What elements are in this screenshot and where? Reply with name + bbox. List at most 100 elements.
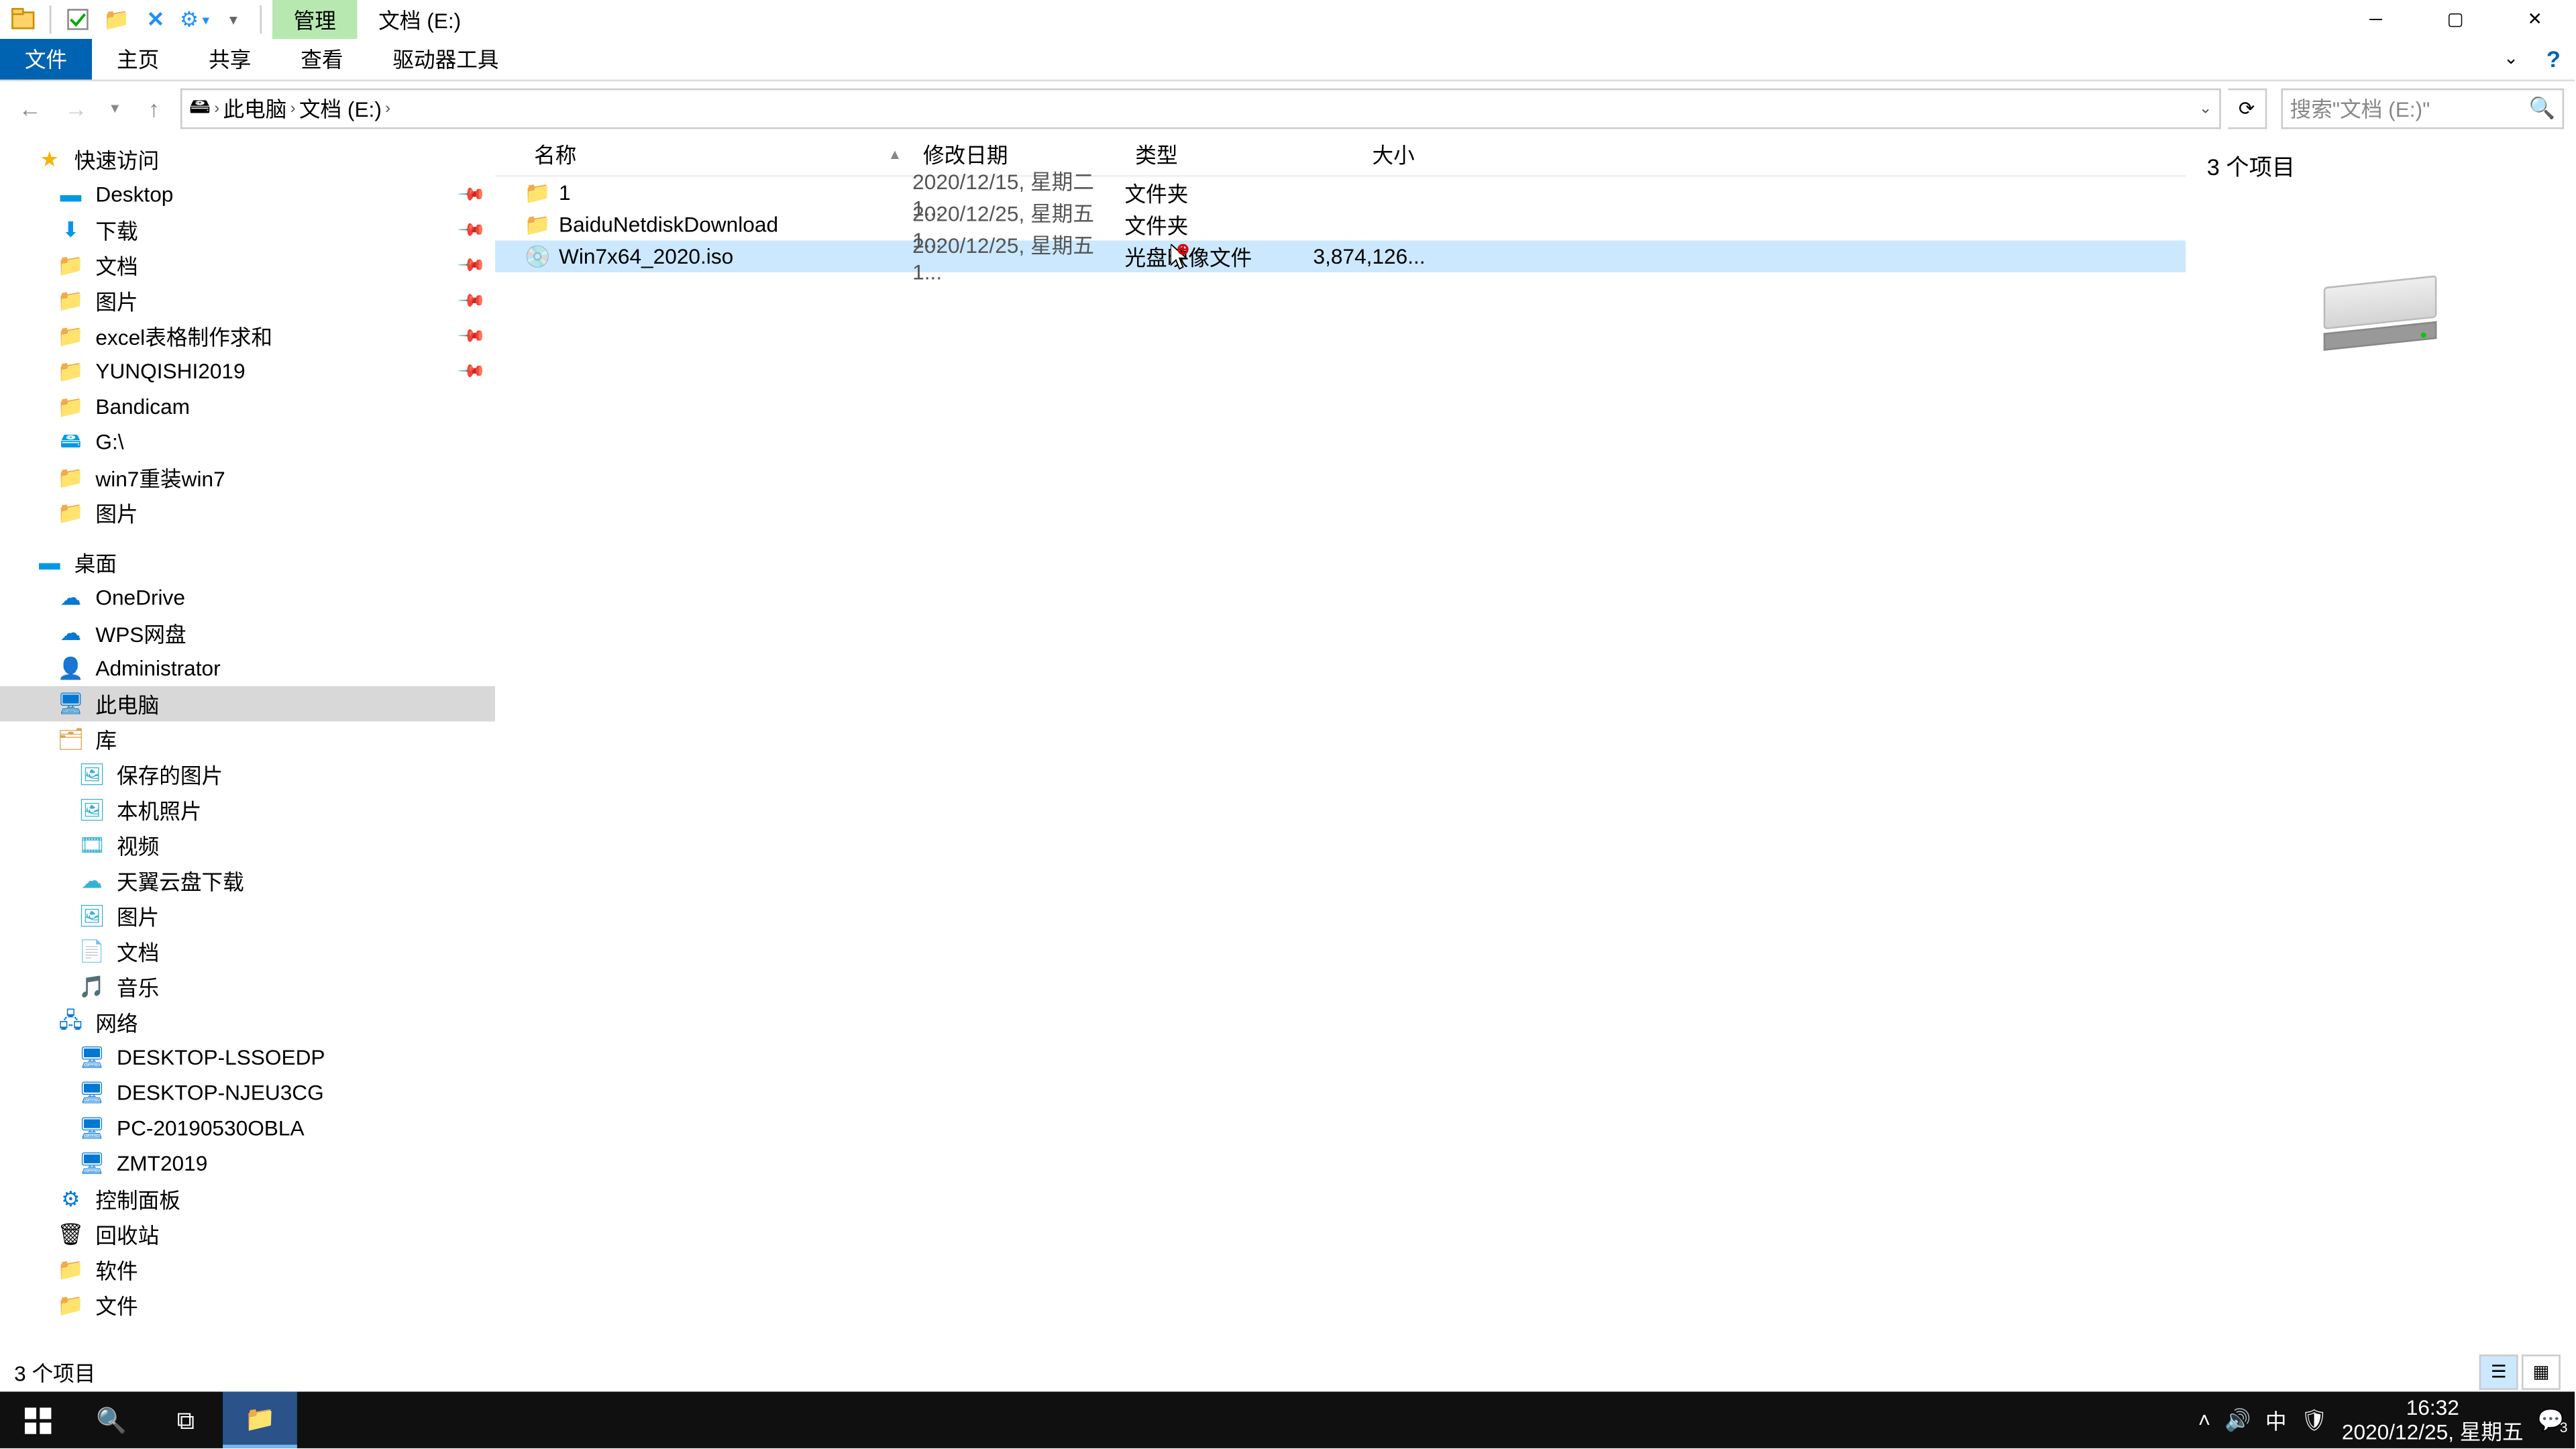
crumb-this-pc[interactable]: 此电脑› — [223, 93, 295, 123]
address-dropdown-icon[interactable]: ⌄ — [2199, 98, 2212, 117]
tree-admin[interactable]: 👤Administrator — [0, 651, 495, 686]
tree-pictures[interactable]: 📁图片📌 — [0, 283, 495, 319]
history-dropdown-icon[interactable]: ▾ — [103, 89, 127, 127]
tree-pc3[interactable]: 🖥PC-20190530OBLA — [0, 1110, 495, 1146]
tree-pc4[interactable]: 🖥ZMT2019 — [0, 1146, 495, 1181]
breadcrumb[interactable]: 🖴 › 此电脑› 文档 (E:)› ⌄ — [180, 87, 2221, 128]
status-text: 3 个项目 — [14, 1357, 95, 1387]
tree-camera[interactable]: 🖼本机照片 — [0, 792, 495, 828]
close-button[interactable]: ✕ — [2495, 0, 2575, 39]
star-icon: ★ — [36, 147, 64, 172]
nav-tree[interactable]: ★快速访问 ▬Desktop📌 ⬇下载📌 📁文档📌 📁图片📌 📁excel表格制… — [0, 134, 495, 1409]
file-type: 文件夹 — [1124, 178, 1301, 208]
tree-pictures2[interactable]: 📁图片 — [0, 495, 495, 531]
tab-drive-tools[interactable]: 驱动器工具 — [368, 39, 523, 80]
tree-libraries[interactable]: 🗂库 — [0, 721, 495, 757]
tree-yunqishi[interactable]: 📁YUNQISHI2019📌 — [0, 354, 495, 389]
recycle-icon: 🗑 — [56, 1222, 85, 1246]
col-size[interactable]: 大小 — [1301, 140, 1426, 170]
file-name: 1 — [559, 180, 912, 205]
file-row-selected[interactable]: 💿 Win7x64_2020.iso 2020/12/25, 星期五 1... … — [495, 240, 2186, 272]
ribbon-expand-icon[interactable]: ⌄ — [2489, 39, 2532, 80]
tree-wps[interactable]: ☁WPS网盘 — [0, 615, 495, 651]
tree-pc2[interactable]: 🖥DESKTOP-NJEU3CG — [0, 1075, 495, 1111]
tree-onedrive[interactable]: ☁OneDrive — [0, 580, 495, 616]
cursor-icon — [1171, 244, 1192, 272]
tab-home[interactable]: 主页 — [92, 39, 184, 80]
start-button[interactable] — [0, 1392, 74, 1448]
qat-close-icon[interactable]: ✕ — [140, 3, 171, 35]
qat-checkbox-icon[interactable] — [62, 3, 93, 35]
tree-tianyi[interactable]: ☁天翼云盘下载 — [0, 863, 495, 898]
refresh-button[interactable]: ⟳ — [2228, 87, 2267, 128]
pin-icon: 📌 — [455, 321, 485, 351]
tab-view[interactable]: 查看 — [276, 39, 368, 80]
maximize-button[interactable]: ▢ — [2416, 0, 2496, 39]
tree-software[interactable]: 📁软件 — [0, 1252, 495, 1287]
col-type[interactable]: 类型 — [1124, 140, 1301, 170]
folder-icon: 📁 — [56, 359, 85, 384]
tree-gdrive[interactable]: 🖴G:\ — [0, 425, 495, 460]
file-row[interactable]: 📁 BaiduNetdiskDownload 2020/12/25, 星期五 1… — [495, 209, 2186, 240]
computer-icon: 🖥 — [78, 1045, 106, 1070]
pc-icon: 🖥 — [56, 692, 85, 716]
chevron-right-icon[interactable]: › — [214, 99, 219, 117]
contextual-tab[interactable]: 管理 — [272, 0, 358, 39]
tab-file[interactable]: 文件 — [0, 39, 92, 80]
app-icon[interactable] — [7, 3, 39, 35]
qat-dropdown-icon[interactable]: ▾ — [217, 3, 249, 35]
search-input[interactable]: 搜索"文档 (E:)" 🔍 — [2281, 87, 2564, 128]
file-row[interactable]: 📁 1 2020/12/15, 星期二 1... 文件夹 — [495, 177, 2186, 209]
explorer-taskbar-icon[interactable]: 📁 — [223, 1392, 297, 1448]
details-view-button[interactable]: ☰ — [2479, 1354, 2518, 1390]
tree-excel[interactable]: 📁excel表格制作求和📌 — [0, 318, 495, 354]
tree-files[interactable]: 📁文件 — [0, 1287, 495, 1323]
forward-button[interactable]: → — [56, 89, 95, 127]
icons-view-button[interactable]: ▦ — [2522, 1354, 2561, 1390]
task-view-button[interactable]: ⧉ — [148, 1392, 223, 1448]
tree-pictures3[interactable]: 🖼图片 — [0, 898, 495, 934]
tree-desktop2[interactable]: ▬桌面 — [0, 545, 495, 580]
tree-recycle[interactable]: 🗑回收站 — [0, 1217, 495, 1252]
back-button[interactable]: ← — [11, 89, 50, 127]
tree-control[interactable]: ⚙控制面板 — [0, 1181, 495, 1217]
col-name[interactable]: 名称▲ — [523, 140, 912, 170]
clock[interactable]: 16:32 2020/12/25, 星期五 — [2342, 1395, 2524, 1445]
search-icon[interactable]: 🔍 — [2529, 95, 2555, 120]
tray-chevron-icon[interactable]: ˄ — [2198, 1407, 2210, 1432]
tree-network[interactable]: 🖧网络 — [0, 1004, 495, 1040]
tree-bandicam[interactable]: 📁Bandicam — [0, 389, 495, 425]
tree-downloads[interactable]: ⬇下载📌 — [0, 212, 495, 248]
tab-share[interactable]: 共享 — [184, 39, 276, 80]
ime-icon[interactable]: 中 — [2265, 1405, 2287, 1435]
drive-icon: 🖴 — [189, 89, 211, 126]
tree-videos[interactable]: 🎞视频 — [0, 828, 495, 863]
onedrive-icon: ☁ — [56, 586, 85, 610]
tree-quick-access[interactable]: ★快速访问 — [0, 142, 495, 177]
tree-documents[interactable]: 📁文档📌 — [0, 248, 495, 283]
minimize-button[interactable]: ─ — [2336, 0, 2416, 39]
tree-win7[interactable]: 📁win7重装win7 — [0, 460, 495, 495]
search-button[interactable]: 🔍 — [74, 1392, 149, 1448]
crumb-drive[interactable]: 文档 (E:)› — [299, 93, 390, 123]
qat-folder-icon[interactable]: 📁 — [101, 3, 132, 35]
tree-this-pc[interactable]: 🖥此电脑 — [0, 686, 495, 722]
volume-icon[interactable]: 🔊 — [2224, 1407, 2251, 1432]
picture-icon: 🖼 — [78, 798, 106, 822]
tree-pc1[interactable]: 🖥DESKTOP-LSSOEDP — [0, 1040, 495, 1075]
quick-access-toolbar: 📁 ✕ ⚙ ▾ — [0, 3, 272, 35]
file-type: 光盘映像文件 — [1124, 241, 1301, 272]
tree-desktop[interactable]: ▬Desktop📌 — [0, 177, 495, 213]
tree-saved-pics[interactable]: 🖼保存的图片 — [0, 757, 495, 792]
tree-documents2[interactable]: 📄文档 — [0, 934, 495, 969]
tree-music[interactable]: 🎵音乐 — [0, 969, 495, 1005]
security-icon[interactable]: 🛡 — [2301, 1407, 2328, 1432]
qat-settings-icon[interactable]: ⚙ — [178, 3, 210, 35]
up-button[interactable]: ↑ — [134, 89, 173, 127]
network-icon: 🖧 — [56, 1004, 85, 1040]
file-size: 3,874,126... — [1301, 244, 1426, 269]
folder-icon: 📁 — [523, 212, 551, 237]
help-icon[interactable]: ? — [2532, 39, 2575, 80]
file-list[interactable]: 名称▲ 修改日期 类型 大小 📁 1 2020/12/15, 星期二 1... … — [495, 134, 2186, 1409]
notifications-icon[interactable]: 💬3 — [2538, 1407, 2564, 1432]
